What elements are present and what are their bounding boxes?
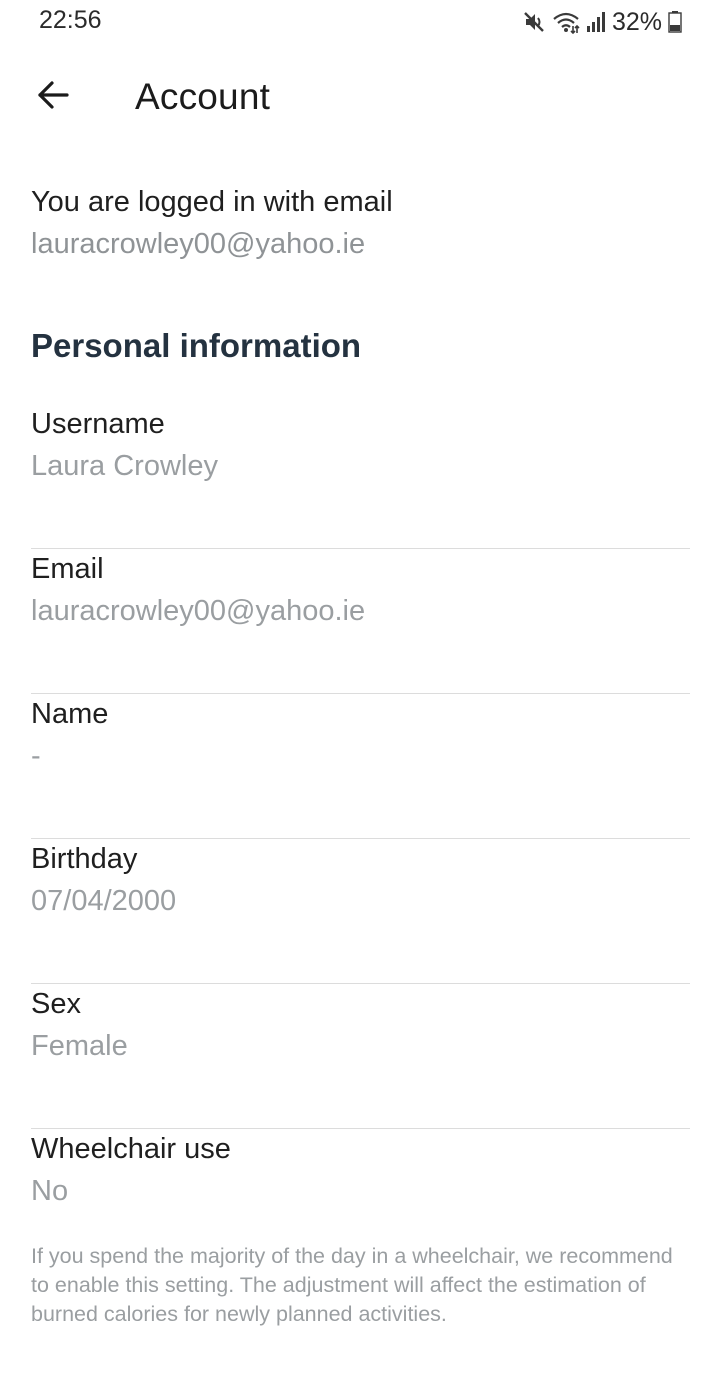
field-label: Email bbox=[31, 553, 104, 585]
login-text: You are logged in with email bbox=[31, 186, 393, 218]
field-wheelchair-use[interactable]: Wheelchair use No bbox=[31, 1129, 690, 1229]
field-value: Female bbox=[31, 1030, 128, 1062]
section-title-personal-information: Personal information bbox=[31, 327, 362, 364]
page-title: Account bbox=[135, 76, 271, 117]
arrow-left-icon bbox=[36, 78, 70, 117]
field-value: Laura Crowley bbox=[31, 450, 218, 482]
field-label: Wheelchair use bbox=[31, 1133, 231, 1165]
wheelchair-note: If you spend the majority of the day in … bbox=[31, 1244, 673, 1326]
status-icons: 32% bbox=[522, 6, 682, 38]
battery-icon bbox=[668, 10, 682, 34]
status-time: 22:56 bbox=[39, 6, 102, 34]
signal-icon bbox=[586, 10, 606, 34]
back-button[interactable] bbox=[26, 70, 80, 124]
field-value: No bbox=[31, 1175, 69, 1207]
app-bar: Account bbox=[0, 58, 720, 138]
status-bar: 22:56 32% bbox=[0, 0, 720, 44]
field-label: Name bbox=[31, 698, 109, 730]
wifi-icon bbox=[552, 10, 580, 34]
field-value: - bbox=[31, 740, 41, 772]
field-label: Sex bbox=[31, 988, 81, 1020]
field-email[interactable]: Email lauracrowley00@yahoo.ie bbox=[31, 549, 690, 694]
battery-percent: 32% bbox=[611, 7, 662, 36]
field-sex[interactable]: Sex Female bbox=[31, 984, 690, 1129]
field-label: Username bbox=[31, 408, 165, 440]
field-label: Birthday bbox=[31, 843, 138, 875]
mute-icon bbox=[522, 10, 546, 34]
login-info: You are logged in with email lauracrowle… bbox=[31, 182, 393, 264]
field-name[interactable]: Name - bbox=[31, 694, 690, 839]
field-value: lauracrowley00@yahoo.ie bbox=[31, 595, 366, 627]
field-username[interactable]: Username Laura Crowley bbox=[31, 404, 690, 549]
field-birthday[interactable]: Birthday 07/04/2000 bbox=[31, 839, 690, 984]
login-email: lauracrowley00@yahoo.ie bbox=[31, 228, 366, 260]
field-value: 07/04/2000 bbox=[31, 885, 177, 917]
